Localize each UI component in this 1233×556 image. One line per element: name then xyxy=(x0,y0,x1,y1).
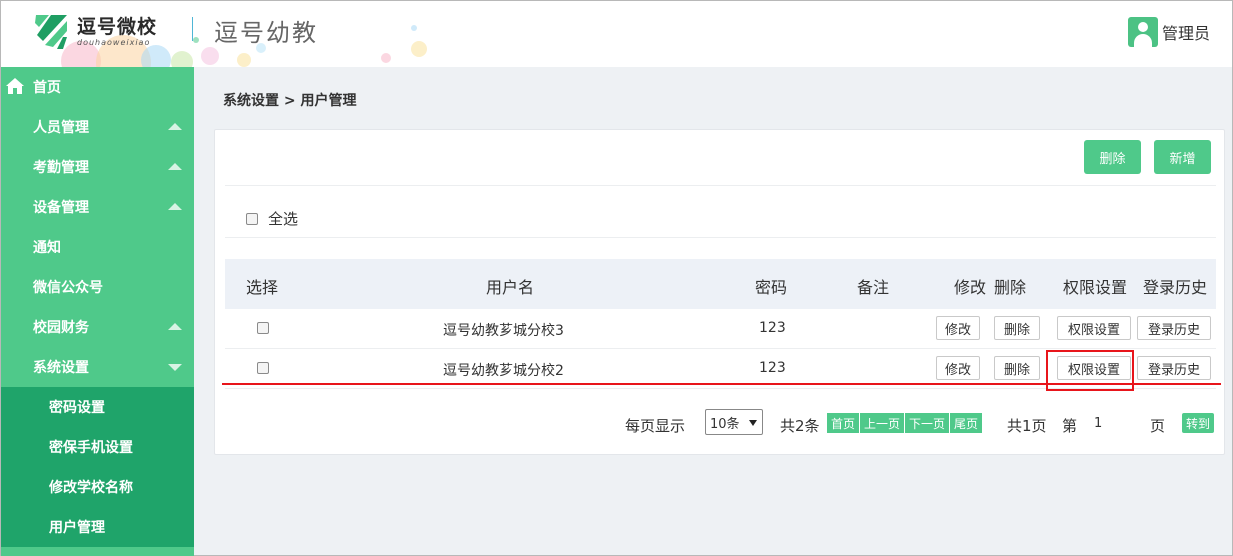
sidebar-item-label: 人员管理 xyxy=(33,120,89,136)
column-header-delete: 删除 xyxy=(994,278,1027,297)
sidebar-item-finance[interactable]: 校园财务 xyxy=(1,307,194,347)
add-button[interactable]: 新增 xyxy=(1154,140,1211,174)
divider xyxy=(225,237,1216,238)
sidebar-item-label: 考勤管理 xyxy=(33,160,89,176)
column-header-permissions: 权限设置 xyxy=(1063,278,1128,297)
sidebar-item-home[interactable]: 首页 xyxy=(1,67,194,107)
row-username: 逗号幼教芗城分校3 xyxy=(443,323,564,339)
logo-name: 逗号微校 xyxy=(77,15,158,38)
page-suffix: 页 xyxy=(1150,417,1166,435)
select-all-label: 全选 xyxy=(268,210,299,228)
sidebar-item-label: 首页 xyxy=(33,80,61,96)
sidebar-subitem-school-name[interactable]: 修改学校名称 xyxy=(1,467,194,507)
user-avatar-icon xyxy=(1127,17,1158,47)
divider xyxy=(225,185,1216,186)
column-header-username: 用户名 xyxy=(486,278,535,297)
delete-button[interactable]: 删除 xyxy=(1084,140,1141,174)
home-icon xyxy=(6,78,24,94)
sidebar-item-notice[interactable]: 通知 xyxy=(1,227,194,267)
goto-page-button[interactable]: 转到 xyxy=(1182,413,1215,433)
sidebar-item-system-settings[interactable]: 系统设置 xyxy=(1,347,194,387)
sidebar-subitem-security-phone[interactable]: 密保手机设置 xyxy=(1,427,194,467)
total-items: 共2条 xyxy=(780,417,820,435)
header-divider xyxy=(192,17,193,41)
sidebar-item-staff[interactable]: 人员管理 xyxy=(1,107,194,147)
page-nav-buttons: 首页 上一页 下一页 尾页 xyxy=(827,413,984,433)
per-page-label: 每页显示 xyxy=(625,417,686,435)
row-password: 123 xyxy=(759,320,786,336)
chevron-up-icon xyxy=(168,163,182,170)
first-page-button[interactable]: 首页 xyxy=(827,413,861,433)
pagination: 每页显示 10条 共2条 首页 上一页 下一页 尾页 共1页 第 1 页 转到 xyxy=(215,409,1226,439)
total-pages: 共1页 xyxy=(1007,417,1047,435)
sidebar-item-label: 密码设置 xyxy=(49,400,105,416)
column-header-password: 密码 xyxy=(755,278,788,297)
current-page-input[interactable]: 1 xyxy=(1094,416,1102,431)
column-header-history: 登录历史 xyxy=(1143,278,1208,297)
permissions-button[interactable]: 权限设置 xyxy=(1057,316,1131,340)
column-header-edit: 修改 xyxy=(954,278,987,297)
select-all[interactable]: 全选 xyxy=(246,208,298,229)
page-prefix: 第 xyxy=(1062,417,1078,435)
row-delete-button[interactable]: 删除 xyxy=(994,356,1040,380)
select-all-checkbox[interactable] xyxy=(246,212,258,225)
column-header-select: 选择 xyxy=(246,278,279,297)
row-delete-button[interactable]: 删除 xyxy=(994,316,1040,340)
row-checkbox[interactable] xyxy=(257,362,269,374)
sidebar-item-label: 通知 xyxy=(33,240,61,256)
column-header-remark: 备注 xyxy=(857,278,890,297)
sidebar-item-label: 校园财务 xyxy=(33,320,89,336)
user-name: 管理员 xyxy=(1161,24,1210,43)
sidebar-item-attendance[interactable]: 考勤管理 xyxy=(1,147,194,187)
edit-button[interactable]: 修改 xyxy=(936,316,980,340)
per-page-value: 10条 xyxy=(710,416,740,432)
row-checkbox[interactable] xyxy=(257,322,269,334)
next-page-button[interactable]: 下一页 xyxy=(905,413,951,433)
table-row: 逗号幼教芗城分校3 123 修改 删除 权限设置 登录历史 xyxy=(225,309,1216,349)
sidebar: 首页 人员管理 考勤管理 设备管理 通知 微信公众号 校园财务 系统设置 密码设… xyxy=(1,67,194,556)
last-page-button[interactable]: 尾页 xyxy=(950,413,984,433)
row-username: 逗号幼教芗城分校2 xyxy=(443,363,564,379)
sidebar-item-label: 密保手机设置 xyxy=(49,440,133,456)
chevron-up-icon xyxy=(168,203,182,210)
per-page-select[interactable]: 10条 xyxy=(705,409,763,435)
sidebar-subitem-password[interactable]: 密码设置 xyxy=(1,387,194,427)
dropdown-arrow-icon xyxy=(749,420,757,426)
edit-button[interactable]: 修改 xyxy=(936,356,980,380)
row-password: 123 xyxy=(759,360,786,376)
chevron-up-icon xyxy=(168,323,182,330)
logo[interactable]: 逗号微校 douhaoweixiao xyxy=(33,11,157,51)
sidebar-item-label: 设备管理 xyxy=(33,200,89,216)
app-title: 逗号幼教 xyxy=(214,19,318,47)
login-history-button[interactable]: 登录历史 xyxy=(1137,316,1211,340)
sidebar-item-label: 修改学校名称 xyxy=(49,480,133,496)
chevron-up-icon xyxy=(168,123,182,130)
chevron-down-icon xyxy=(168,364,182,371)
sidebar-subitem-user-management[interactable]: 用户管理 xyxy=(1,507,194,547)
sidebar-item-devices[interactable]: 设备管理 xyxy=(1,187,194,227)
logo-subtitle: douhaoweixiao xyxy=(77,37,151,47)
sidebar-item-label: 用户管理 xyxy=(49,520,105,536)
breadcrumb: 系统设置 > 用户管理 xyxy=(223,93,357,109)
sidebar-footer xyxy=(1,547,194,556)
table-header: 选择 用户名 密码 备注 修改 删除 权限设置 登录历史 xyxy=(225,259,1216,309)
user-menu[interactable]: 管理员 xyxy=(1127,17,1210,47)
sidebar-item-label: 微信公众号 xyxy=(33,280,103,296)
top-header: 逗号微校 douhaoweixiao 逗号幼教 管理员 xyxy=(1,1,1232,67)
sidebar-item-wechat[interactable]: 微信公众号 xyxy=(1,267,194,307)
login-history-button[interactable]: 登录历史 xyxy=(1137,356,1211,380)
logo-mark-icon xyxy=(33,11,71,51)
prev-page-button[interactable]: 上一页 xyxy=(860,413,906,433)
sidebar-item-label: 系统设置 xyxy=(33,360,89,376)
user-management-panel: 删除 新增 全选 选择 用户名 密码 备注 修改 删除 权限设置 登录历史 逗号… xyxy=(214,129,1225,455)
annotation-highlight-box xyxy=(1046,350,1134,391)
